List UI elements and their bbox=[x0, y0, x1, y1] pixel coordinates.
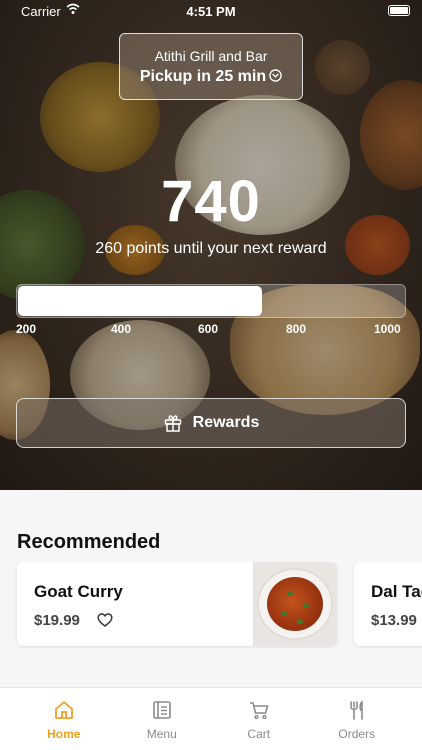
gift-icon bbox=[164, 415, 181, 432]
tab-cart[interactable]: Cart bbox=[206, 688, 312, 750]
tab-menu[interactable]: Menu bbox=[109, 688, 215, 750]
points-total: 740 bbox=[161, 169, 261, 234]
chevron-down-icon bbox=[269, 69, 282, 82]
menu-icon bbox=[152, 701, 171, 719]
item-name: Dal Tadka bbox=[371, 582, 422, 601]
status-time: 4:51 PM bbox=[186, 4, 236, 19]
pickup-time: Pickup in 25 min bbox=[139, 68, 267, 85]
rewards-progress-bar bbox=[16, 284, 406, 318]
recommended-card-goat-curry[interactable]: Goat Curry $19.99 bbox=[17, 562, 337, 646]
tab-label: Home bbox=[47, 727, 81, 741]
recommended-card-dal-tadka[interactable]: Dal Tadka $13.99 bbox=[354, 562, 422, 646]
tick-label: 1000 bbox=[374, 322, 401, 336]
progress-fill bbox=[18, 286, 263, 316]
hero-banner: Carrier 4:51 PM Atithi Grill and Bar Pic… bbox=[0, 0, 422, 490]
tab-bar: Home Menu Cart Orders bbox=[0, 687, 422, 750]
tick-label: 400 bbox=[111, 322, 132, 336]
tick-label: 200 bbox=[16, 322, 37, 336]
tab-label: Menu bbox=[146, 727, 177, 741]
tab-home[interactable]: Home bbox=[11, 688, 117, 750]
home-icon bbox=[54, 701, 73, 719]
restaurant-selector[interactable]: Atithi Grill and Bar Pickup in 25 min bbox=[119, 33, 303, 100]
rewards-button-label: Rewards bbox=[192, 414, 260, 431]
restaurant-name: Atithi Grill and Bar bbox=[154, 48, 268, 64]
recommended-title: Recommended bbox=[17, 531, 161, 553]
tab-orders[interactable]: Orders bbox=[304, 688, 410, 750]
tick-label: 800 bbox=[286, 322, 307, 336]
battery-icon bbox=[388, 5, 410, 16]
heart-icon[interactable] bbox=[97, 612, 113, 628]
rewards-button[interactable]: Rewards bbox=[16, 398, 406, 448]
item-image bbox=[253, 562, 337, 646]
cart-icon bbox=[249, 702, 269, 720]
points-remaining-text: 260 points until your next reward bbox=[95, 240, 327, 257]
tick-label: 600 bbox=[198, 322, 219, 336]
progress-ticks: 200 400 600 800 1000 bbox=[0, 322, 422, 338]
item-name: Goat Curry bbox=[34, 582, 123, 601]
orders-icon bbox=[349, 700, 363, 720]
recommended-carousel[interactable]: Goat Curry $19.99 Dal Tadka $13.99 bbox=[0, 562, 422, 648]
tab-label: Cart bbox=[247, 727, 271, 741]
pickup-time-row: Pickup in 25 min bbox=[120, 68, 302, 86]
tab-label: Orders bbox=[338, 727, 376, 741]
item-price: $19.99 bbox=[34, 612, 80, 629]
status-bar: Carrier 4:51 PM bbox=[0, 0, 422, 22]
item-price: $13.99 bbox=[371, 612, 417, 629]
